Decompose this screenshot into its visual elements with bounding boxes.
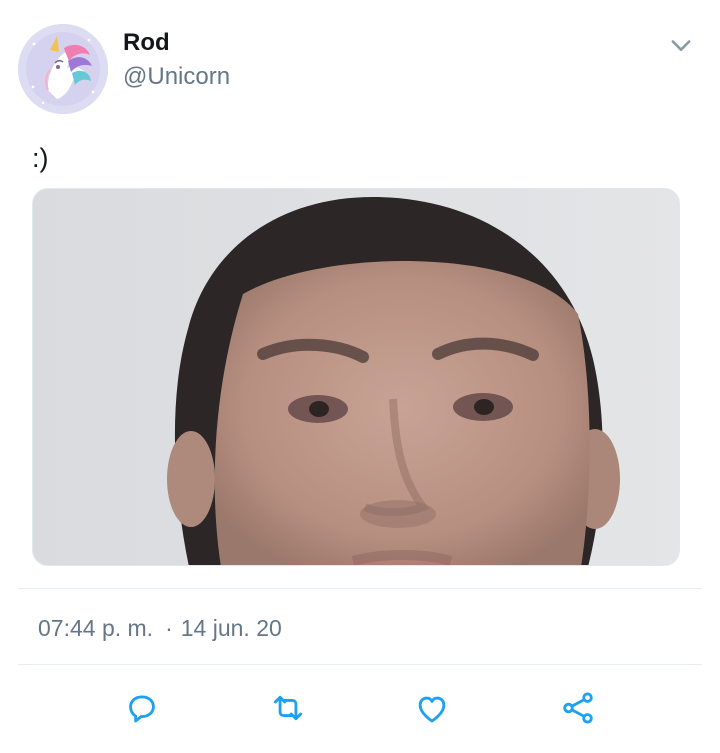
divider-bottom bbox=[18, 664, 702, 665]
tweet-text: :) bbox=[32, 143, 49, 173]
retweet-icon bbox=[273, 695, 303, 721]
reply-button[interactable] bbox=[120, 686, 164, 730]
retweet-button[interactable] bbox=[266, 686, 310, 730]
reply-icon bbox=[129, 695, 155, 723]
like-icon bbox=[418, 696, 446, 723]
author-display-name[interactable]: Rod bbox=[123, 29, 170, 57]
author-avatar[interactable] bbox=[18, 24, 108, 114]
tweet-timestamp: 07:44 p. m. · 14 jun. 20 bbox=[38, 613, 282, 643]
tweet: Rod @Unicorn :) 07:44 p. m. · 14 jun. 20 bbox=[0, 0, 720, 753]
author-handle[interactable]: @Unicorn bbox=[123, 63, 230, 91]
divider-top bbox=[18, 588, 702, 589]
more-options-button[interactable] bbox=[664, 30, 698, 60]
tweet-date: 14 jun. 20 bbox=[180, 615, 282, 641]
like-button[interactable] bbox=[410, 686, 454, 730]
unicorn-avatar-icon bbox=[18, 24, 108, 114]
tweet-media[interactable] bbox=[32, 188, 680, 566]
share-button[interactable] bbox=[556, 686, 600, 730]
tweet-time: 07:44 p. m. bbox=[38, 615, 154, 641]
share-icon bbox=[563, 692, 593, 724]
photo bbox=[33, 189, 679, 565]
tweet-actions bbox=[0, 676, 720, 740]
chevron-down-icon bbox=[671, 40, 691, 51]
meta-separator: · bbox=[165, 615, 173, 641]
